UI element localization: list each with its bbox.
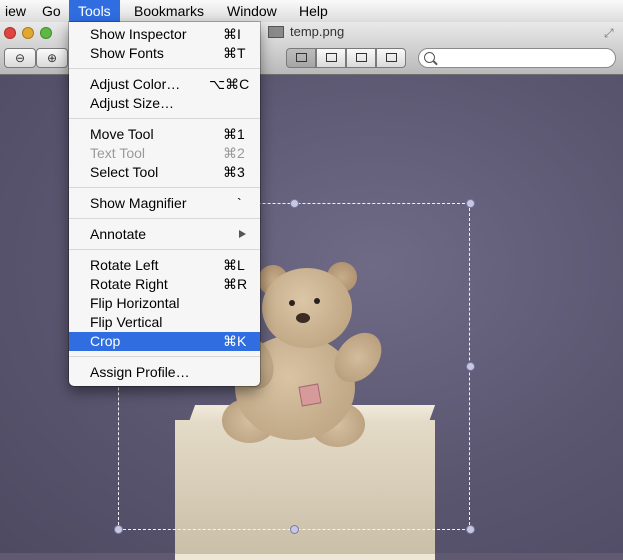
view-contact-sheet-button[interactable] xyxy=(376,48,406,68)
menu-item-shortcut: ` xyxy=(237,195,242,211)
menu-item-shortcut: ⌥⌘C xyxy=(209,76,250,92)
menu-item-shortcut: ⌘K xyxy=(223,333,247,349)
toc-icon xyxy=(356,53,367,62)
menu-item-adjust-color[interactable]: Adjust Color… ⌥⌘C xyxy=(69,75,260,94)
menu-item-label: Crop xyxy=(90,333,121,349)
view-table-of-contents-button[interactable] xyxy=(346,48,376,68)
window-title: temp.png xyxy=(290,24,345,39)
menu-item-shortcut: ⌘I xyxy=(223,26,241,42)
menu-item-crop[interactable]: Crop ⌘K xyxy=(69,332,260,351)
menu-item-label: Rotate Left xyxy=(90,257,159,273)
menu-item-show-magnifier[interactable]: Show Magnifier ` xyxy=(69,194,260,213)
search-field[interactable] xyxy=(418,48,616,68)
menu-item-shortcut: ⌘R xyxy=(223,276,248,292)
menu-separator xyxy=(69,187,260,188)
menu-item-rotate-left[interactable]: Rotate Left ⌘L xyxy=(69,256,260,275)
menu-bookmarks[interactable]: Bookmarks xyxy=(125,0,213,22)
menu-item-shortcut: ⌘3 xyxy=(223,164,245,180)
menu-separator xyxy=(69,356,260,357)
fullscreen-icon[interactable]: ⤢ xyxy=(604,26,614,41)
minimize-window-button[interactable] xyxy=(22,27,34,39)
selection-handle-top-right[interactable] xyxy=(466,199,475,208)
menu-item-label: Adjust Color… xyxy=(90,76,181,92)
menu-item-rotate-right[interactable]: Rotate Right ⌘R xyxy=(69,275,260,294)
menu-bar: iew Go Tools Bookmarks Window Help xyxy=(0,0,623,23)
zoom-window-button[interactable] xyxy=(40,27,52,39)
selection-handle-bottom-left[interactable] xyxy=(114,525,123,534)
menu-item-annotate[interactable]: Annotate xyxy=(69,225,260,244)
tools-menu: Show Inspector ⌘I Show Fonts ⌘T Adjust C… xyxy=(69,22,260,386)
submenu-arrow-icon xyxy=(239,230,246,238)
selection-handle-top[interactable] xyxy=(290,199,299,208)
search-icon xyxy=(424,52,435,63)
menu-separator xyxy=(69,118,260,119)
menu-item-flip-horizontal[interactable]: Flip Horizontal xyxy=(69,294,260,313)
zoom-out-button[interactable]: ⊖ xyxy=(4,48,36,68)
menu-item-label: Select Tool xyxy=(90,164,159,180)
document-icon xyxy=(268,26,284,38)
menu-item-shortcut: ⌘2 xyxy=(223,145,245,161)
menu-item-label: Show Fonts xyxy=(90,45,164,61)
menu-separator xyxy=(69,249,260,250)
close-window-button[interactable] xyxy=(4,27,16,39)
menu-item-label: Text Tool xyxy=(90,145,145,161)
menu-item-label: Show Inspector xyxy=(90,26,187,42)
zoom-in-button[interactable]: ⊕ xyxy=(36,48,68,68)
menu-item-shortcut: ⌘L xyxy=(223,257,245,273)
selection-handle-bottom-right[interactable] xyxy=(466,525,475,534)
image-view-icon xyxy=(296,53,307,62)
menu-item-label: Annotate xyxy=(90,226,147,242)
menu-item-label: Rotate Right xyxy=(90,276,168,292)
menu-help[interactable]: Help xyxy=(290,0,337,22)
view-content-only-button[interactable] xyxy=(286,48,316,68)
menu-item-label: Move Tool xyxy=(90,126,154,142)
menu-item-move-tool[interactable]: Move Tool ⌘1 xyxy=(69,125,260,144)
menu-item-adjust-size[interactable]: Adjust Size… xyxy=(69,94,260,113)
view-thumbnails-button[interactable] xyxy=(316,48,346,68)
menu-item-show-fonts[interactable]: Show Fonts ⌘T xyxy=(69,44,260,63)
menu-item-flip-vertical[interactable]: Flip Vertical xyxy=(69,313,260,332)
menu-item-label: Assign Profile… xyxy=(90,364,190,380)
menu-go[interactable]: Go xyxy=(33,0,70,22)
thumbnails-icon xyxy=(326,53,337,62)
menu-item-assign-profile[interactable]: Assign Profile… xyxy=(69,363,260,382)
selection-handle-right[interactable] xyxy=(466,362,475,371)
menu-separator xyxy=(69,68,260,69)
menu-tools[interactable]: Tools xyxy=(69,0,120,22)
menu-view[interactable]: iew xyxy=(0,0,35,22)
menu-window[interactable]: Window xyxy=(218,0,286,22)
contact-sheet-icon xyxy=(386,53,397,62)
menu-item-select-tool[interactable]: Select Tool ⌘3 xyxy=(69,163,260,182)
menu-item-text-tool: Text Tool ⌘2 xyxy=(69,144,260,163)
selection-handle-bottom[interactable] xyxy=(290,525,299,534)
menu-item-label: Flip Vertical xyxy=(90,314,163,330)
menu-item-show-inspector[interactable]: Show Inspector ⌘I xyxy=(69,25,260,44)
menu-item-label: Adjust Size… xyxy=(90,95,175,111)
menu-separator xyxy=(69,218,260,219)
menu-item-shortcut: ⌘1 xyxy=(223,126,245,142)
menu-item-label: Show Magnifier xyxy=(90,195,187,211)
menu-item-shortcut: ⌘T xyxy=(223,45,246,61)
menu-item-label: Flip Horizontal xyxy=(90,295,180,311)
